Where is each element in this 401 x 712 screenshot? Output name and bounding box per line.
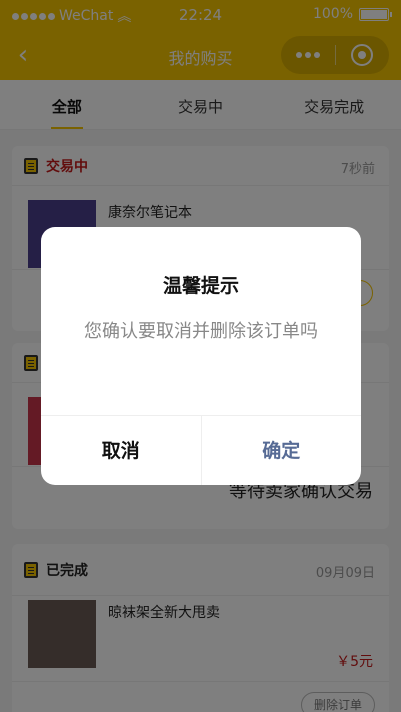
dialog-message: 您确认要取消并删除该订单吗 (84, 321, 318, 342)
confirm-button[interactable]: 确定 (202, 416, 362, 485)
confirm-dialog: 温馨提示 您确认要取消并删除该订单吗 取消 确定 (41, 227, 361, 485)
dialog-title: 温馨提示 (162, 275, 239, 297)
dialog-actions: 取消 确定 (41, 415, 361, 485)
cancel-button[interactable]: 取消 (41, 416, 202, 485)
